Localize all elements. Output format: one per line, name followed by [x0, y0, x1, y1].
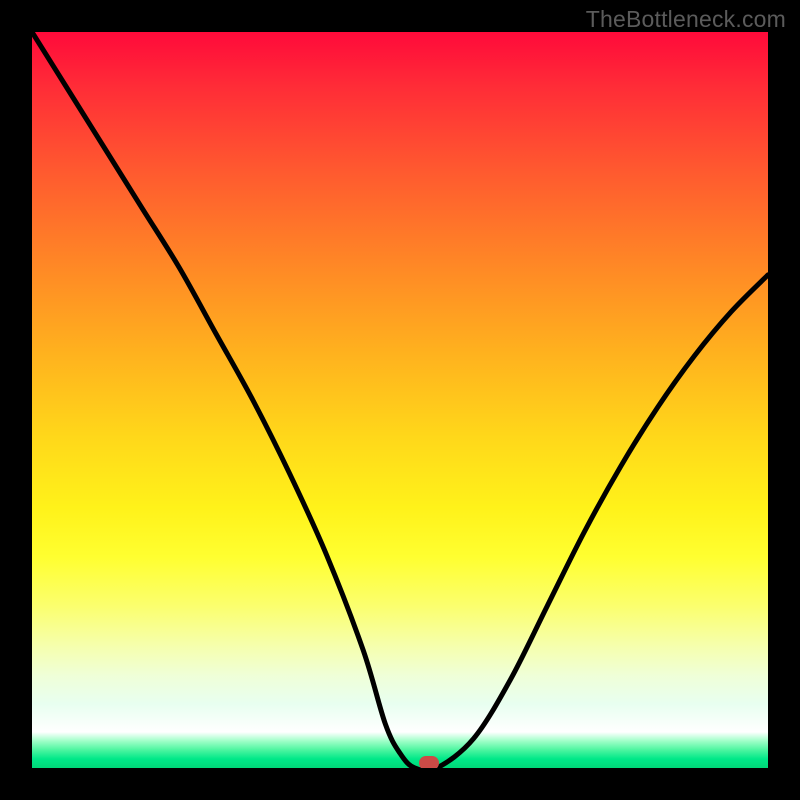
watermark-text: TheBottleneck.com — [586, 6, 786, 33]
plot-area — [32, 32, 768, 768]
bottleneck-curve — [32, 32, 768, 768]
chart-frame: TheBottleneck.com — [0, 0, 800, 800]
optimal-point-marker — [419, 756, 439, 768]
